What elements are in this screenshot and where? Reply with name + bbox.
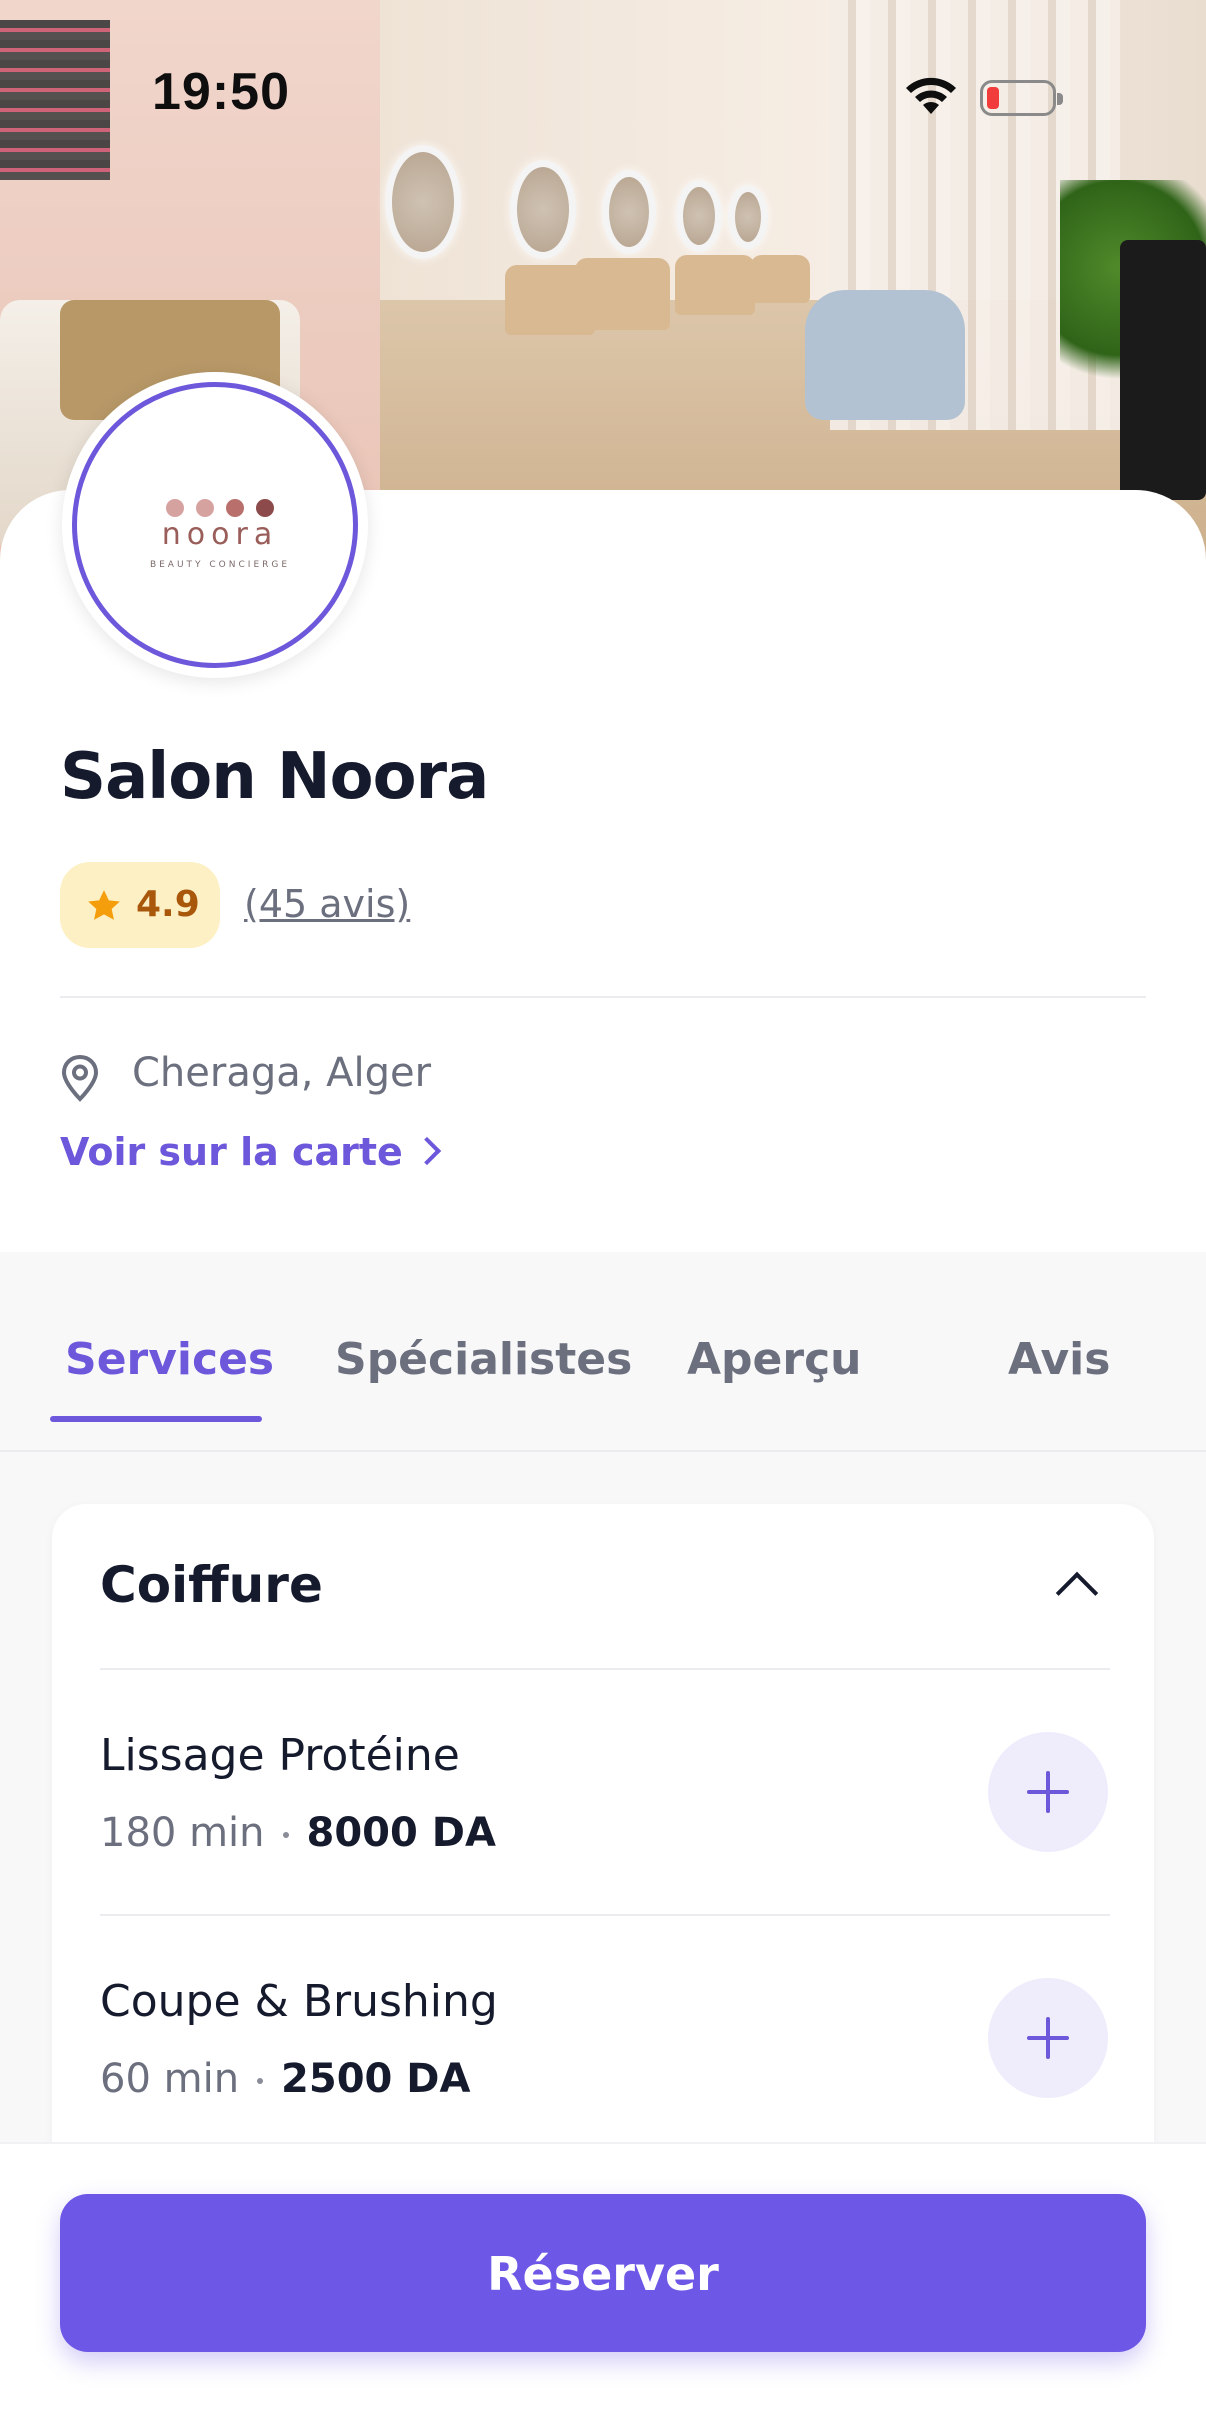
tab-specialists[interactable]: Spécialistes (335, 1334, 632, 1385)
logo-word: noora (161, 516, 279, 552)
service-meta: 180 min 8000 DA (100, 1810, 496, 1856)
logo-mark (77, 497, 363, 517)
add-service-button[interactable] (988, 1978, 1108, 2098)
chevron-up-icon[interactable] (1055, 1571, 1099, 1615)
status-time: 19:50 (152, 63, 290, 121)
service-name: Lissage Protéine (100, 1730, 460, 1781)
logo-tagline: BEAUTY CONCIERGE (149, 559, 291, 570)
salon-name: Salon Noora (60, 740, 489, 814)
battery-icon (980, 80, 1063, 116)
service-price: 2500 DA (281, 2056, 471, 2102)
salon-logo: noora BEAUTY CONCIERGE (62, 372, 368, 678)
salon-location: Cheraga, Alger (132, 1050, 432, 1096)
rating-badge: 4.9 (60, 862, 220, 948)
service-duration: 60 min (100, 2056, 240, 2102)
location-pin-icon (61, 1054, 99, 1102)
tab-overview[interactable]: Aperçu (687, 1334, 862, 1385)
status-bar: 19:50 (0, 0, 1206, 140)
view-on-map-link[interactable]: Voir sur la carte (60, 1130, 441, 1174)
reserve-button[interactable]: Réserver (60, 2194, 1146, 2352)
bottom-action-bar: Réserver (0, 2142, 1206, 2434)
divider (0, 1450, 1206, 1452)
tab-bar: Services Spécialistes Aperçu Avis (0, 1252, 1206, 1452)
service-meta: 60 min 2500 DA (100, 2056, 470, 2102)
reviews-link[interactable]: (45 avis) (244, 882, 410, 926)
chevron-right-icon (412, 1136, 441, 1165)
view-on-map-label: Voir sur la carte (60, 1130, 403, 1174)
add-service-button[interactable] (988, 1732, 1108, 1852)
service-price: 8000 DA (306, 1810, 496, 1856)
wifi-icon (906, 77, 956, 114)
rating-value: 4.9 (136, 884, 200, 925)
divider (60, 996, 1146, 998)
divider (100, 1914, 1110, 1916)
divider (100, 1668, 1110, 1670)
tab-services[interactable]: Services (65, 1334, 274, 1385)
category-title: Coiffure (100, 1556, 323, 1614)
service-name: Coupe & Brushing (100, 1976, 498, 2027)
service-duration: 180 min (100, 1810, 265, 1856)
tab-reviews[interactable]: Avis (1008, 1334, 1110, 1385)
star-icon (88, 890, 120, 920)
active-tab-indicator (50, 1416, 262, 1422)
